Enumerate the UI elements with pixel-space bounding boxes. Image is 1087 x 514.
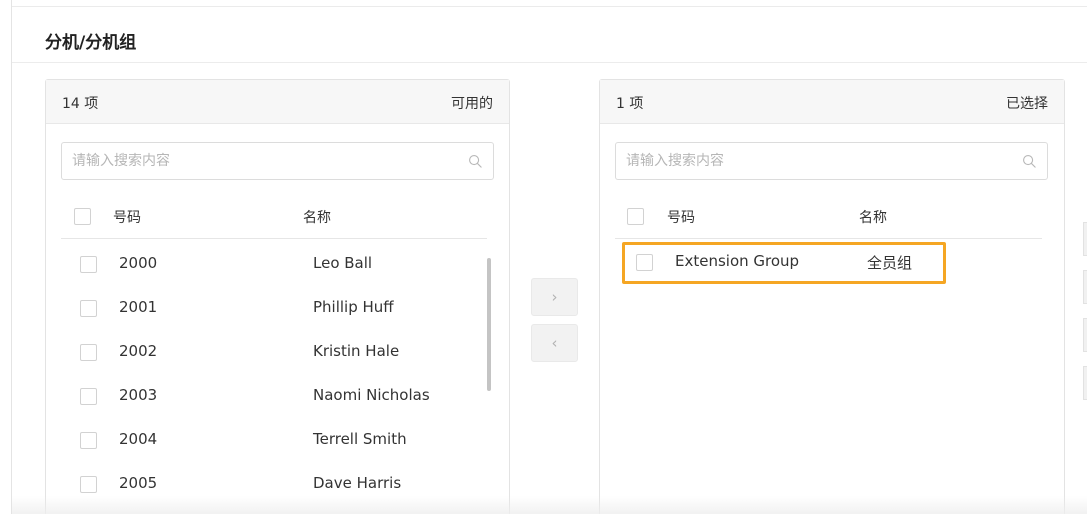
- column-number-label: 号码: [667, 210, 695, 226]
- available-list: 2000 Leo Ball 2001 Phillip Huff 2002 Kri…: [61, 240, 487, 514]
- side-edge-tab[interactable]: [1083, 222, 1087, 256]
- top-edge-line: [12, 6, 1087, 7]
- available-select-all-checkbox[interactable]: [74, 208, 91, 225]
- list-item[interactable]: 2001 Phillip Huff: [61, 286, 487, 330]
- selected-label: 已选择: [1006, 96, 1048, 112]
- column-name-label: 名称: [303, 210, 331, 226]
- row-checkbox[interactable]: [80, 432, 97, 449]
- page-frame: 分机/分机组 14 项 可用的 号码 名称 2000 Leo Ball: [0, 0, 1087, 514]
- list-item[interactable]: Extension Group 全员组: [615, 240, 1042, 284]
- selected-panel-header: 1 项 已选择: [600, 80, 1064, 124]
- list-item[interactable]: 2000 Leo Ball: [61, 242, 487, 286]
- row-number: 2004: [119, 430, 158, 448]
- row-name: Phillip Huff: [313, 298, 394, 316]
- row-name: 全员组: [867, 254, 913, 272]
- row-checkbox[interactable]: [80, 300, 97, 317]
- row-checkbox[interactable]: [80, 388, 97, 405]
- row-name: Naomi Nicholas: [313, 386, 430, 404]
- selected-column-header: 号码 名称: [615, 195, 1042, 239]
- list-item[interactable]: 2004 Terrell Smith: [61, 418, 487, 462]
- available-list-scrollbar[interactable]: [487, 258, 491, 391]
- row-checkbox[interactable]: [80, 344, 97, 361]
- row-checkbox[interactable]: [80, 476, 97, 493]
- section-title: 分机/分机组: [45, 33, 137, 53]
- title-divider: [12, 62, 1087, 63]
- move-left-button[interactable]: ‹: [531, 324, 578, 362]
- side-edge-tab[interactable]: [1083, 366, 1087, 400]
- row-number: 2003: [119, 386, 158, 404]
- row-checkbox[interactable]: [80, 256, 97, 273]
- chevron-right-icon: ›: [551, 288, 558, 306]
- selected-panel: 1 项 已选择 号码 名称 Extension Group 全员组: [599, 79, 1065, 514]
- row-number: 2001: [119, 298, 158, 316]
- side-edge-tab[interactable]: [1083, 270, 1087, 304]
- available-panel: 14 项 可用的 号码 名称 2000 Leo Ball 2001: [45, 79, 510, 514]
- selected-count: 1 项: [616, 96, 644, 112]
- row-checkbox[interactable]: [636, 254, 653, 271]
- side-edge-tab[interactable]: [1083, 318, 1087, 352]
- left-edge-line: [11, 0, 12, 514]
- row-name: Dave Harris: [313, 474, 402, 492]
- move-right-button[interactable]: ›: [531, 278, 578, 316]
- row-name: Terrell Smith: [313, 430, 407, 448]
- list-item[interactable]: 2002 Kristin Hale: [61, 330, 487, 374]
- selected-select-all-checkbox[interactable]: [627, 208, 644, 225]
- available-column-header: 号码 名称: [61, 195, 487, 239]
- column-number-label: 号码: [113, 210, 141, 226]
- available-panel-header: 14 项 可用的: [46, 80, 509, 124]
- row-name: Kristin Hale: [313, 342, 400, 360]
- available-count: 14 项: [62, 96, 99, 112]
- row-number: 2005: [119, 474, 158, 492]
- list-item[interactable]: 2003 Naomi Nicholas: [61, 374, 487, 418]
- row-number: Extension Group: [675, 252, 800, 270]
- available-label: 可用的: [451, 96, 493, 112]
- row-name: Leo Ball: [313, 254, 373, 272]
- selected-list: Extension Group 全员组: [615, 240, 1042, 514]
- column-name-label: 名称: [859, 210, 887, 226]
- chevron-left-icon: ‹: [551, 334, 558, 352]
- available-search-input[interactable]: [62, 143, 493, 179]
- search-icon[interactable]: [468, 154, 483, 169]
- row-number: 2002: [119, 342, 158, 360]
- available-search-box: [61, 142, 494, 180]
- selected-search-box: [615, 142, 1048, 180]
- selected-search-input[interactable]: [616, 143, 1047, 179]
- list-item[interactable]: 2005 Dave Harris: [61, 462, 487, 506]
- search-icon[interactable]: [1022, 154, 1037, 169]
- row-number: 2000: [119, 254, 158, 272]
